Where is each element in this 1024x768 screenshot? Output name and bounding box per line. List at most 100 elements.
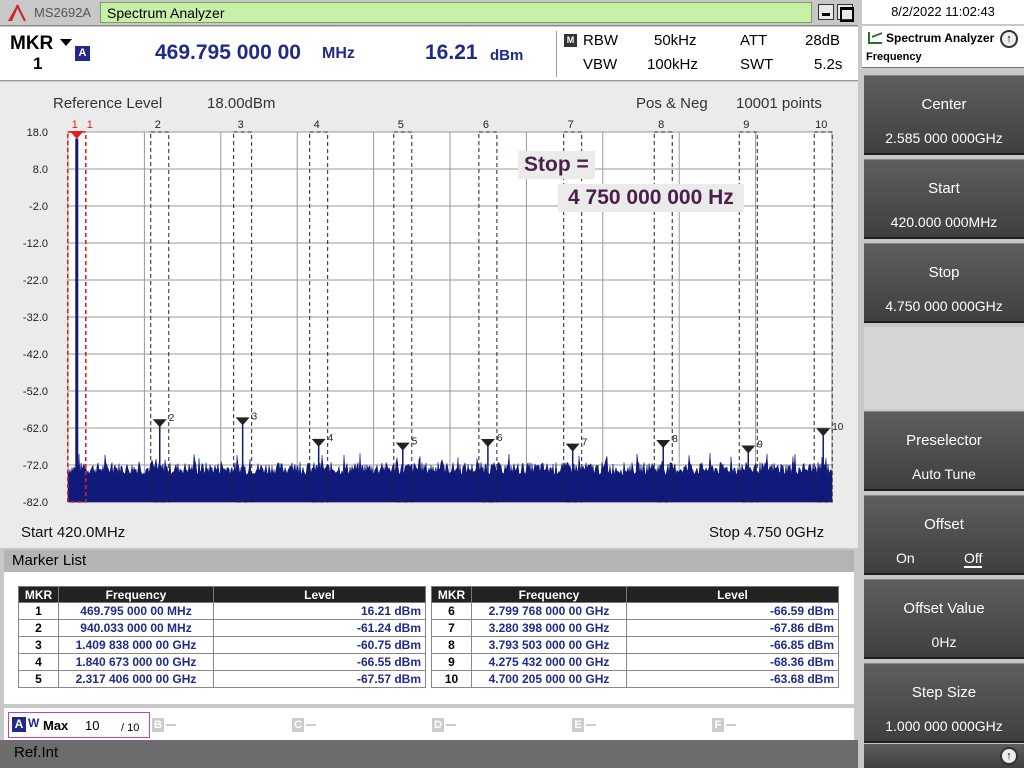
softkey-value: 2.585 000 000GHz <box>885 130 1003 146</box>
y-tick-label: -12.0 <box>23 238 48 250</box>
function-menu-header: Spectrum Analyzer Frequency ↑ <box>862 26 1024 68</box>
trace-c-icon: C <box>292 718 304 732</box>
row-level: 16.21 dBm <box>213 602 426 620</box>
marker-list-row[interactable]: 6 2.799 768 000 00 GHz -66.59 dBm <box>431 602 839 620</box>
manual-mode-icon: M <box>564 34 577 47</box>
minimize-button[interactable] <box>818 4 834 20</box>
marker-label-3: 3 <box>252 411 258 422</box>
row-marker-id: 6 <box>431 602 472 620</box>
trace-e-icon: E <box>572 718 584 732</box>
marker-list-row[interactable]: 2 940.033 000 00 MHz -61.24 dBm <box>18 619 426 637</box>
col-frequency: Frequency <box>471 586 627 603</box>
trace-e-selector[interactable]: E <box>572 718 602 732</box>
marker-label-2: 2 <box>169 413 175 424</box>
marker-list: MKR Frequency Level 1 469.795 000 00 MHz 1… <box>4 572 854 704</box>
softkey-value: 0Hz <box>931 634 957 650</box>
col-level: Level <box>626 586 839 603</box>
rbw-label: RBW <box>583 32 618 49</box>
softkey-label: Start <box>928 180 960 197</box>
y-tick-label: -22.0 <box>23 275 48 287</box>
trace-f-selector[interactable]: F <box>712 718 742 732</box>
trace-b-selector[interactable]: B <box>152 718 182 732</box>
row-frequency: 3.280 398 000 00 GHz <box>471 619 627 637</box>
softkey-step-size[interactable]: Step Size 1.000 000 000GHz <box>864 663 1024 743</box>
stop-popup-value: 4 750 000 000 Hz <box>558 184 744 212</box>
softkey-label: Offset <box>924 516 964 533</box>
trace-mode: Max <box>43 718 69 733</box>
trace-total: / 10 <box>121 722 140 734</box>
row-frequency: 940.033 000 00 MHz <box>58 619 214 637</box>
trace-write-icon: W <box>28 716 40 730</box>
marker-label-4: 4 <box>328 433 334 444</box>
trace-c-selector[interactable]: C <box>292 718 322 732</box>
marker-top-label-9: 9 <box>743 119 749 131</box>
row-level: -66.59 dBm <box>626 602 839 620</box>
rbw-value: 50kHz <box>654 32 697 49</box>
marker-level: 16.21 <box>425 41 478 64</box>
marker-top-label-7: 7 <box>568 119 574 131</box>
trace-d-selector[interactable]: D <box>432 718 462 732</box>
softkey-start[interactable]: Start 420.000 000MHz <box>864 159 1024 239</box>
softkey-offset-value[interactable]: Offset Value 0Hz <box>864 579 1024 659</box>
row-frequency: 2.799 768 000 00 GHz <box>471 602 627 620</box>
trace-a-selector[interactable]: A W Max 10 / 10 <box>8 712 150 738</box>
marker-list-row[interactable]: 8 3.793 503 000 00 GHz -66.85 dBm <box>431 636 839 654</box>
col-mkr: MKR <box>18 586 59 603</box>
marker-list-row[interactable]: 10 4.700 205 000 00 GHz -63.68 dBm <box>431 670 839 688</box>
marker-top-label-1-right: 1 <box>87 119 93 131</box>
marker-frequency: 469.795 000 00 <box>155 41 301 64</box>
vbw-value: 100kHz <box>647 56 698 73</box>
row-level: -63.68 dBm <box>626 670 839 688</box>
stop-frequency-label: Stop 4.750 0GHz <box>709 524 825 541</box>
col-mkr: MKR <box>431 586 472 603</box>
row-marker-id: 2 <box>18 619 59 637</box>
softkey-page-bar[interactable]: ↑ <box>864 744 1024 768</box>
spectrum-graph-area: Reference Level 18.00dBm Pos & Neg 10001… <box>0 82 858 548</box>
marker-list-row[interactable]: 7 3.280 398 000 00 GHz -67.86 dBm <box>431 619 839 637</box>
row-level: -67.86 dBm <box>626 619 839 637</box>
row-marker-id: 1 <box>18 602 59 620</box>
row-marker-id: 7 <box>431 619 472 637</box>
row-level: -68.36 dBm <box>626 653 839 671</box>
marker-list-row[interactable]: 5 2.317 406 000 00 GHz -67.57 dBm <box>18 670 426 688</box>
vbw-label: VBW <box>583 56 618 73</box>
anritsu-logo-icon <box>8 4 26 22</box>
trace-a-badge: A <box>75 46 90 61</box>
softkey-center[interactable]: Center 2.585 000 000GHz <box>864 75 1024 155</box>
trace-b-icon: B <box>152 718 164 732</box>
swt-value: 5.2s <box>814 56 843 73</box>
marker-top-label-5: 5 <box>398 119 404 131</box>
softkey-stop[interactable]: Stop 4.750 000 000GHz <box>864 243 1024 323</box>
start-frequency-label: Start 420.0MHz <box>21 524 126 541</box>
y-tick-label: 18.0 <box>27 127 48 139</box>
marker-list-row[interactable]: 3 1.409 838 000 00 GHz -60.75 dBm <box>18 636 426 654</box>
y-tick-label: -72.0 <box>23 460 48 472</box>
header-divider <box>556 31 557 77</box>
mkr-dropdown-icon[interactable] <box>60 39 72 46</box>
softkey-value: Auto Tune <box>912 466 976 482</box>
row-marker-id: 8 <box>431 636 472 654</box>
marker-top-label-4: 4 <box>314 119 320 131</box>
spectrum-plot[interactable]: 18.0 8.0 -2.0 -12.0 -22.0 -32.0 -42.0 -52.0 -62.… <box>0 82 858 548</box>
row-level: -60.75 dBm <box>213 636 426 654</box>
softkey-preselector[interactable]: Preselector Auto Tune <box>864 411 1024 491</box>
marker-list-row[interactable]: 4 1.840 673 000 00 GHz -66.55 dBm <box>18 653 426 671</box>
col-level: Level <box>213 586 426 603</box>
marker-list-row[interactable]: 9 4.275 432 000 00 GHz -68.36 dBm <box>431 653 839 671</box>
maximize-button[interactable] <box>837 4 854 22</box>
mkr-label[interactable]: MKR <box>10 33 53 55</box>
title-bar: MS2692A Spectrum Analyzer <box>0 0 858 26</box>
row-frequency: 3.793 503 000 00 GHz <box>471 636 627 654</box>
trace-a-icon: A <box>12 717 26 732</box>
softkey-label: Step Size <box>911 684 977 701</box>
menu-up-icon[interactable]: ↑ <box>1000 30 1018 48</box>
softkey-offset[interactable]: Offset On Off <box>864 495 1024 575</box>
y-tick-label: -82.0 <box>23 497 48 509</box>
marker-list-row[interactable]: 1 469.795 000 00 MHz 16.21 dBm <box>18 602 426 620</box>
trace-d-icon: D <box>432 718 444 732</box>
row-frequency: 469.795 000 00 MHz <box>58 602 214 620</box>
page-up-icon[interactable]: ↑ <box>1000 747 1018 765</box>
marker-table-right: MKR Frequency Level 6 2.799 768 000 00 GH… <box>431 586 839 688</box>
marker-top-label-1: 1 <box>72 119 78 131</box>
marker-top-label-2: 2 <box>155 119 161 131</box>
